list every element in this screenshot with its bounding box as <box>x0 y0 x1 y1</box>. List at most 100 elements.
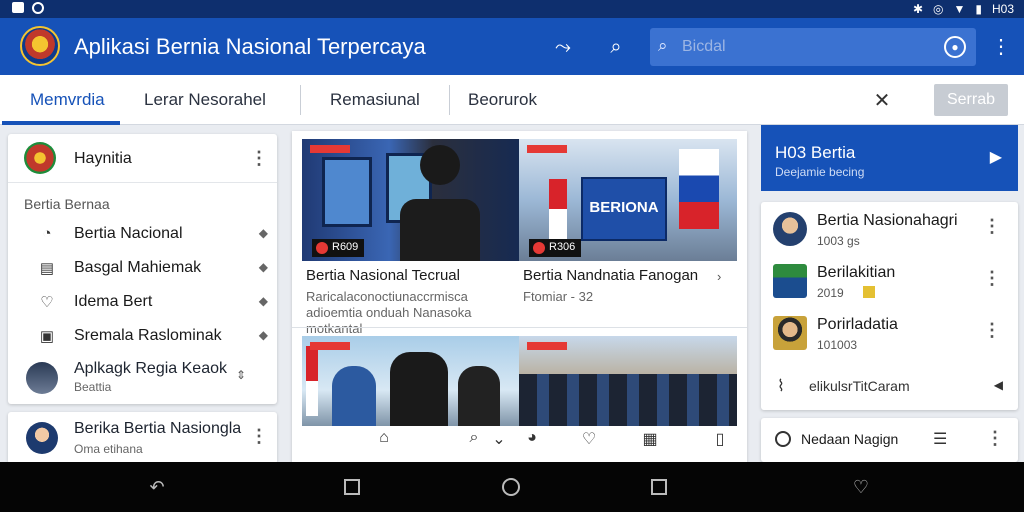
more-icon[interactable]: ⋮ <box>986 428 1004 449</box>
sidebar-app-sub: Beattia <box>74 380 112 394</box>
trending-meta: 101003 <box>817 338 858 352</box>
sidebar-app-item[interactable]: Aplkagk Regia Keaok Beattia ⇕ <box>8 358 277 398</box>
screen-shape <box>322 157 372 227</box>
trending-item[interactable]: Bertia Nasionahagri 1003 gs ⋮ <box>771 206 1011 252</box>
expand-icon[interactable]: ⇕ <box>236 368 246 382</box>
app-title: Aplikasi Bernia Nasional Terpercaya <box>74 34 426 59</box>
more-icon[interactable]: ⋮ <box>250 426 268 447</box>
trending-item[interactable]: Porirladatia 101003 ⋮ <box>771 310 1011 356</box>
sidebar-app-title: Aplkagk Regia Keaok <box>74 360 227 377</box>
medal-icon <box>863 286 875 298</box>
alarm-icon: ◎ <box>933 2 944 16</box>
share-icon[interactable]: ⤳ <box>550 34 576 60</box>
sidebar-item-label: Sremala Raslominak <box>74 327 222 344</box>
back-icon[interactable]: ↶ <box>146 476 168 498</box>
mic-icon[interactable]: ● <box>944 36 966 58</box>
more-icon[interactable]: ⋮ <box>250 148 268 169</box>
more-icon[interactable]: ⋮ <box>983 216 1001 237</box>
calendar-icon[interactable]: ▦ <box>640 429 660 449</box>
system-nav-bar: ↶ ♡ <box>0 462 1024 512</box>
search-icon[interactable]: ⌕ <box>603 34 629 60</box>
pin-icon[interactable]: ◆ <box>259 260 268 274</box>
more-icon[interactable]: ⋮ <box>983 268 1001 289</box>
heart-icon[interactable]: ♡ <box>579 429 599 449</box>
divider <box>292 327 747 328</box>
news-card[interactable]: R609 Bertia Nasional Tecrual Raricalacon… <box>302 139 520 336</box>
sync-icon <box>32 2 44 14</box>
news-thumbnail: R609 <box>302 139 520 261</box>
status-time: H03 <box>991 2 1014 16</box>
news-action-bar: ⌂ ⌕ ⌄ ◕ ♡ ▦ ▯ <box>292 429 747 453</box>
live-badge <box>310 145 350 153</box>
search-icon[interactable]: ⌕ <box>464 429 484 447</box>
avatar <box>773 264 807 298</box>
tab-memvrdia[interactable]: Memvrdia <box>30 75 105 125</box>
search-button[interactable]: Serrab <box>934 84 1008 116</box>
tab-remasiunal[interactable]: Remasiunal <box>330 75 420 125</box>
trending-title: Porirladatia <box>817 316 898 333</box>
trending-footer[interactable]: ⌇ elikulsrTitCaram ◀ <box>777 376 1007 400</box>
promo-banner[interactable]: H03 Bertia Deejamie becing ▶ <box>761 125 1018 191</box>
tab-bar: Memvrdia Lerar Nesorahel Remasiunal Beor… <box>0 75 1024 125</box>
tools-icon[interactable]: ✕ <box>870 88 894 112</box>
play-icon: ▶ <box>989 149 1002 166</box>
pin-icon[interactable]: ◆ <box>259 226 268 240</box>
protest-sign: BERIONA <box>581 177 667 241</box>
bookmark-icon[interactable]: ⌂ <box>374 429 394 447</box>
home-icon[interactable] <box>502 478 520 496</box>
avatar <box>24 142 56 174</box>
more-icon[interactable]: ⋮ <box>983 320 1001 341</box>
trending-item[interactable]: Berilakitian 2019 ⋮ <box>771 258 1011 304</box>
crowd-shape <box>519 374 737 426</box>
radio-icon[interactable] <box>775 431 791 447</box>
bookmark-icon[interactable]: ♡ <box>850 476 872 498</box>
trending-meta: 2019 <box>817 286 844 300</box>
tab-lerar-nesorahel[interactable]: Lerar Nesorahel <box>144 75 266 125</box>
shield-icon: ♡ <box>40 294 54 311</box>
search-input[interactable] <box>682 34 932 60</box>
chevron-right-icon[interactable]: › <box>717 269 721 284</box>
sidebar-item-basgal-mahiemak[interactable]: ▤ Basgal Mahiemak ◆ <box>34 254 274 284</box>
news-card[interactable] <box>519 336 737 426</box>
sidebar-card: Haynitia ⋮ Bertia Bernaa ◔ Bertia Nacion… <box>8 134 277 404</box>
list-icon[interactable]: ☰ <box>933 429 947 449</box>
bluetooth-icon: ✱ <box>912 2 923 16</box>
recents-icon[interactable] <box>651 479 667 495</box>
figure <box>390 352 448 426</box>
flag-shape <box>549 179 567 239</box>
avatar <box>773 212 807 246</box>
live-badge <box>310 342 350 350</box>
tab-beorurok[interactable]: Beorurok <box>468 75 537 125</box>
sidebar-item-sremala-raslominak[interactable]: ▣ Sremala Raslominak ◆ <box>34 322 274 352</box>
avatar <box>26 362 58 394</box>
bottom-right-card[interactable]: Nedaan Nagign ☰ ⋮ <box>761 418 1018 462</box>
sidebar-item-idema-bert[interactable]: ♡ Idema Bert ◆ <box>34 288 274 318</box>
live-badge <box>527 342 567 350</box>
tab-divider <box>449 85 450 115</box>
box-icon: ▣ <box>39 328 55 345</box>
chevron-down-icon[interactable]: ⌄ <box>489 429 509 449</box>
avatar <box>773 316 807 350</box>
more-menu-icon[interactable]: ⋮ <box>988 34 1014 60</box>
pin-icon[interactable]: ◆ <box>259 294 268 308</box>
book-icon[interactable]: ▯ <box>710 429 730 449</box>
notification-icon <box>12 2 24 13</box>
flag-shape <box>306 346 318 416</box>
news-card[interactable]: BERIONA R306 Bertia Nandnatia Fanogan › … <box>519 139 737 324</box>
arrow-left-icon: ◀ <box>993 378 1003 392</box>
news-title: Bertia Nasional Tecrual <box>306 267 460 284</box>
pin-icon[interactable]: ◆ <box>259 328 268 342</box>
globe-icon: ◔ <box>42 225 52 242</box>
news-thumbnail: BERIONA R306 <box>519 139 737 261</box>
wifi-icon: ▼ <box>953 2 966 16</box>
promo-title: H03 Bertia <box>775 143 856 162</box>
sidebar-bottom-card[interactable]: Berika Bertia Nasiongla Oma etihana ⋮ <box>8 412 277 464</box>
sidebar-item-bertia-nacional[interactable]: ◔ Bertia Nacional ◆ <box>34 220 274 250</box>
news-grid: R609 Bertia Nasional Tecrual Raricalacon… <box>292 131 747 465</box>
square-icon[interactable] <box>344 479 360 495</box>
live-badge <box>527 145 567 153</box>
figure-head <box>420 145 460 185</box>
news-card[interactable] <box>302 336 520 426</box>
search-bar[interactable]: ⌕ ● <box>650 28 976 66</box>
react-icon[interactable]: ◕ <box>522 429 542 447</box>
